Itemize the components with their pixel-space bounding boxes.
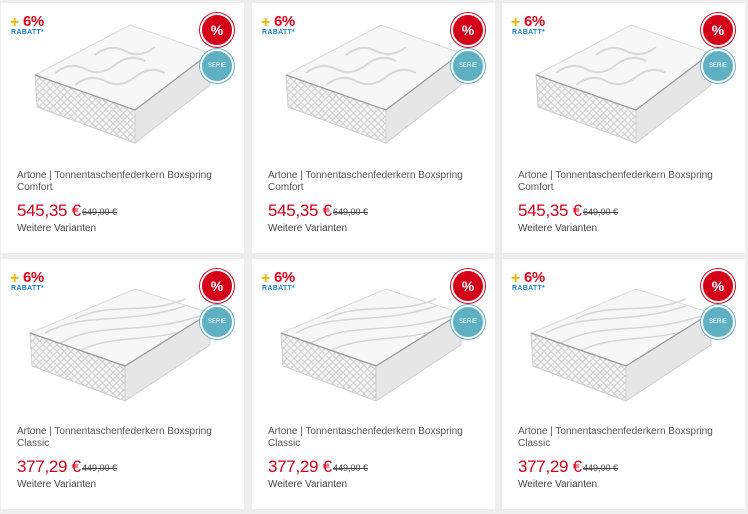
rabatt-badge: + 6% RABATT* — [10, 12, 54, 38]
variants-link[interactable]: Weitere Varianten — [518, 223, 597, 234]
variants-link[interactable]: Weitere Varianten — [518, 479, 597, 490]
rabatt-label: RABATT* — [512, 285, 546, 292]
variants-link[interactable]: Weitere Varianten — [268, 479, 347, 490]
sale-percent-icon: % — [200, 13, 234, 47]
product-price: 545,35 € — [518, 201, 582, 220]
rabatt-label: RABATT* — [11, 285, 45, 292]
rabatt-badge: + 6% RABATT* — [261, 12, 305, 38]
product-title[interactable]: Artone | Tonnentaschenfederkern Boxsprin… — [518, 426, 733, 450]
old-price: 449,00 € — [82, 463, 118, 473]
sale-percent-icon: % — [701, 13, 735, 47]
serie-badge[interactable]: SERIE — [701, 49, 735, 83]
product-title[interactable]: Artone | Tonnentaschenfederkern Boxsprin… — [518, 170, 733, 194]
serie-badge[interactable]: SERIE — [451, 305, 485, 339]
old-price: 649,00 € — [583, 207, 619, 217]
product-price: 377,29 € — [17, 457, 81, 476]
product-title[interactable]: Artone | Tonnentaschenfederkern Boxsprin… — [268, 426, 483, 450]
product-card[interactable]: + 6% RABATT* % SERIE Artone | Tonnentasc… — [252, 259, 495, 509]
rabatt-percent: 6% — [274, 13, 295, 30]
sale-percent-icon: % — [200, 269, 234, 303]
rabatt-percent: 6% — [524, 13, 545, 30]
old-price: 649,00 € — [333, 207, 369, 217]
product-title[interactable]: Artone | Tonnentaschenfederkern Boxsprin… — [17, 426, 232, 450]
product-title[interactable]: Artone | Tonnentaschenfederkern Boxsprin… — [17, 170, 232, 194]
old-price: 449,00 € — [333, 463, 369, 473]
rabatt-percent: 6% — [274, 269, 295, 286]
rabatt-label: RABATT* — [11, 29, 45, 36]
product-card[interactable]: + 6% RABATT* % SERIE Artone | Tonnentasc… — [252, 3, 495, 253]
product-card[interactable]: + 6% RABATT* % SERIE Artone | Tonnentasc… — [1, 259, 244, 509]
sale-percent-icon: % — [451, 269, 485, 303]
rabatt-badge: + 6% RABATT* — [261, 268, 305, 294]
old-price: 649,00 € — [82, 207, 118, 217]
sale-percent-icon: % — [451, 13, 485, 47]
rabatt-label: RABATT* — [262, 29, 296, 36]
rabatt-badge: + 6% RABATT* — [10, 268, 54, 294]
rabatt-badge: + 6% RABATT* — [511, 268, 555, 294]
serie-badge[interactable]: SERIE — [200, 49, 234, 83]
rabatt-badge: + 6% RABATT* — [511, 12, 555, 38]
variants-link[interactable]: Weitere Varianten — [17, 479, 96, 490]
rabatt-percent: 6% — [23, 269, 44, 286]
serie-badge[interactable]: SERIE — [451, 49, 485, 83]
sale-percent-icon: % — [701, 269, 735, 303]
product-title[interactable]: Artone | Tonnentaschenfederkern Boxsprin… — [268, 170, 483, 194]
rabatt-label: RABATT* — [512, 29, 546, 36]
variants-link[interactable]: Weitere Varianten — [268, 223, 347, 234]
product-price: 545,35 € — [268, 201, 332, 220]
product-card[interactable]: + 6% RABATT* % SERIE Artone | Tonnentasc… — [502, 3, 745, 253]
rabatt-percent: 6% — [23, 13, 44, 30]
product-card[interactable]: + 6% RABATT* % SERIE Artone | Tonnentasc… — [1, 3, 244, 253]
rabatt-percent: 6% — [524, 269, 545, 286]
product-grid: + 6% RABATT* % SERIE Artone | Tonnentasc… — [0, 0, 748, 514]
serie-badge[interactable]: SERIE — [701, 305, 735, 339]
product-card[interactable]: + 6% RABATT* % SERIE Artone | Tonnentasc… — [502, 259, 745, 509]
product-price: 377,29 € — [518, 457, 582, 476]
serie-badge[interactable]: SERIE — [200, 305, 234, 339]
variants-link[interactable]: Weitere Varianten — [17, 223, 96, 234]
old-price: 449,00 € — [583, 463, 619, 473]
rabatt-label: RABATT* — [262, 285, 296, 292]
product-price: 377,29 € — [268, 457, 332, 476]
product-price: 545,35 € — [17, 201, 81, 220]
